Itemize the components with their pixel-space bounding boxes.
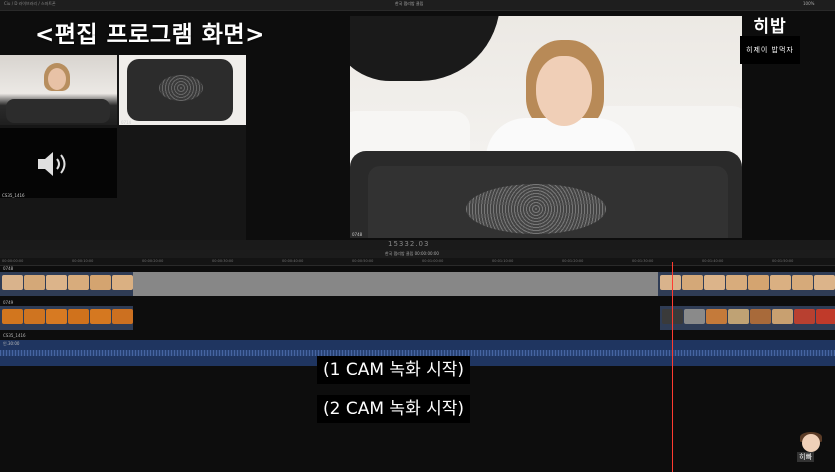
clip-frame	[46, 309, 67, 324]
clip-frame	[90, 275, 111, 290]
clip-frame	[772, 309, 793, 324]
clip-frame	[46, 275, 67, 290]
playhead[interactable]	[672, 262, 673, 472]
pan-image	[127, 59, 233, 121]
clip-label: CS35_1416	[2, 193, 25, 198]
browser-clip-3[interactable]: CS35_1416	[0, 128, 117, 198]
browser-clip-1[interactable]	[0, 55, 117, 125]
clip-frame	[660, 275, 681, 290]
ruler-tick: 00:00:00:00	[2, 259, 24, 263]
clip-frame	[750, 309, 771, 324]
timeline-toolbar: 15332.03	[0, 240, 835, 250]
grill-pattern	[466, 184, 606, 234]
library-label[interactable]: Ciu / D 라이브러리 / 스마트폰	[4, 1, 56, 7]
video-clip-1a[interactable]	[0, 272, 133, 296]
clip-frame	[68, 275, 89, 290]
grill-pattern	[159, 75, 203, 101]
track-label: 0749	[3, 300, 14, 305]
ruler-tick: 00:01:50:00	[772, 259, 794, 263]
project-title: 한국 펌리밥 클립	[395, 1, 424, 6]
avatar-tag: 히빠	[797, 452, 814, 462]
avatar: 히빠	[796, 432, 826, 464]
clip-frame	[770, 275, 791, 290]
media-browser: 0714 CS35_1416	[0, 55, 246, 240]
clip-frame	[24, 275, 45, 290]
person-face	[48, 68, 66, 90]
viewer-clip-label: 0748	[352, 232, 363, 237]
video-clip-1b[interactable]	[658, 272, 835, 296]
timeline-gap-clip[interactable]	[133, 272, 658, 296]
clip-frame	[814, 275, 835, 290]
ruler-tick: 00:01:10:00	[492, 259, 514, 263]
subtitle-line-2: (2 CAM 녹화 시작)	[317, 395, 471, 423]
channel-logo: 히밥 히제이 밥먹자	[740, 17, 800, 64]
ruler-tick: 00:01:30:00	[632, 259, 654, 263]
clip-frame	[816, 309, 835, 324]
pan-image	[6, 99, 110, 123]
avatar-face	[802, 434, 820, 452]
clip-frame	[726, 275, 747, 290]
timeline-ruler[interactable]: 00:00:00:00 00:00:10:00 00:00:20:00 00:0…	[0, 258, 835, 266]
ruler-tick: 00:01:40:00	[702, 259, 724, 263]
clip-frame	[112, 309, 133, 324]
clip-frame	[2, 275, 23, 290]
clip-frame	[728, 309, 749, 324]
clip-frame	[90, 309, 111, 324]
track-label: 0748	[3, 266, 14, 271]
ruler-tick: 00:00:10:00	[72, 259, 94, 263]
clip-frame	[112, 275, 133, 290]
clip-frame	[24, 309, 45, 324]
track-label: CS35_1416	[3, 333, 26, 338]
clip-frame	[684, 309, 705, 324]
ruler-tick: 00:00:40:00	[282, 259, 304, 263]
clip-frame	[748, 275, 769, 290]
logo-sub-text: 히제이 밥먹자	[740, 36, 800, 64]
clip-frame	[706, 309, 727, 324]
overlay-caption: <편집 프로그램 화면>	[35, 22, 265, 48]
timeline-header: 한국 펌리밥 클립 00:00:00:00	[0, 250, 835, 258]
ruler-tick: 00:01:20:00	[562, 259, 584, 263]
clip-frame	[682, 275, 703, 290]
ruler-tick: 00:01:00:00	[422, 259, 444, 263]
ruler-tick: 00:00:50:00	[352, 259, 374, 263]
video-clip-2b[interactable]	[660, 306, 835, 330]
logo-main-text: 히밥	[753, 17, 787, 37]
clip-label: 0714	[121, 120, 132, 125]
clip-frame	[2, 309, 23, 324]
audio-role-label: 인.30:00	[3, 341, 20, 346]
timecode-display[interactable]: 15332.03	[388, 240, 429, 248]
clip-frame	[68, 309, 89, 324]
ruler-tick: 00:00:20:00	[142, 259, 164, 263]
speaker-icon	[38, 152, 66, 176]
ruler-tick: 00:00:30:00	[212, 259, 234, 263]
clip-frame	[704, 275, 725, 290]
browser-clip-2[interactable]: 0714	[119, 55, 246, 125]
video-viewer[interactable]: 0748	[350, 16, 742, 238]
timeline-project-name: 한국 펌리밥 클립 00:00:00:00	[385, 251, 439, 256]
person-face	[536, 56, 592, 126]
zoom-level[interactable]: 100%	[803, 1, 814, 6]
subtitle-line-1: (1 CAM 녹화 시작)	[317, 356, 471, 384]
video-clip-2a[interactable]	[0, 306, 133, 330]
window-title-bar: Ciu / D 라이브러리 / 스마트폰 한국 펌리밥 클립 100%	[0, 0, 835, 11]
clip-frame	[792, 275, 813, 290]
clip-frame	[794, 309, 815, 324]
